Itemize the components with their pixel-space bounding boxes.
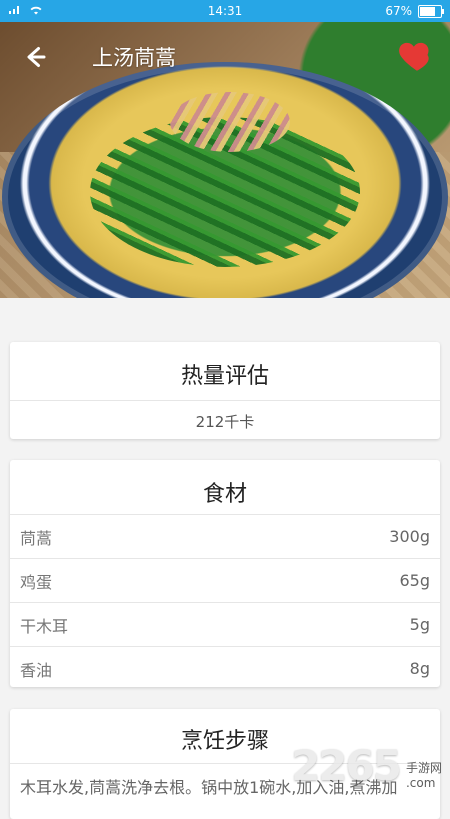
garnish [170,92,290,152]
ingredient-qty: 8g [409,659,430,678]
back-button[interactable] [20,42,50,72]
arrow-left-icon [27,47,46,67]
dish-photo [0,22,450,298]
calorie-divider [10,400,440,401]
ingredient-row: 香油 8g [10,646,440,690]
ingredient-row: 鸡蛋 65g [10,558,440,602]
status-right: 67% [385,4,444,18]
ingredient-name: 香油 [20,660,53,680]
heart-icon [399,42,429,71]
calorie-value: 212千卡 [195,413,255,431]
battery-percent: 67% [385,4,412,18]
watermark-subtext: 手游网 .com [406,761,442,790]
ingredient-qty: 300g [389,527,430,546]
calorie-title: 热量评估 [180,364,269,389]
status-bar: 14:31 67% [0,0,450,22]
watermark-sub2: .com [405,775,436,790]
ingredient-qty: 5g [409,615,430,634]
favorite-button[interactable] [396,34,438,76]
ingredients-card: 食材 茼蒿 300g 鸡蛋 65g 干木耳 5g 香油 8g [10,460,440,687]
battery-fill [420,6,435,16]
battery-icon [418,4,444,18]
recipe-title: 上汤茼蒿 [92,46,176,70]
ingredient-row: 干木耳 5g [10,602,440,646]
status-time: 14:31 [207,4,243,18]
ingredient-qty: 65g [399,571,430,590]
calorie-card: 热量评估 212千卡 [10,342,440,439]
heart-shape [399,42,429,71]
ingredient-row: 茼蒿 300g [10,514,440,558]
watermark-brand: 2265 [291,741,402,790]
ingredient-name: 干木耳 [20,616,69,636]
watermark-sub1: 手游网 [405,761,442,776]
ingredient-name: 鸡蛋 [20,572,53,592]
ingredients-title: 食材 [202,482,247,507]
watermark: 2265 手游网 .com [291,741,442,790]
ingredient-name: 茼蒿 [20,528,53,548]
